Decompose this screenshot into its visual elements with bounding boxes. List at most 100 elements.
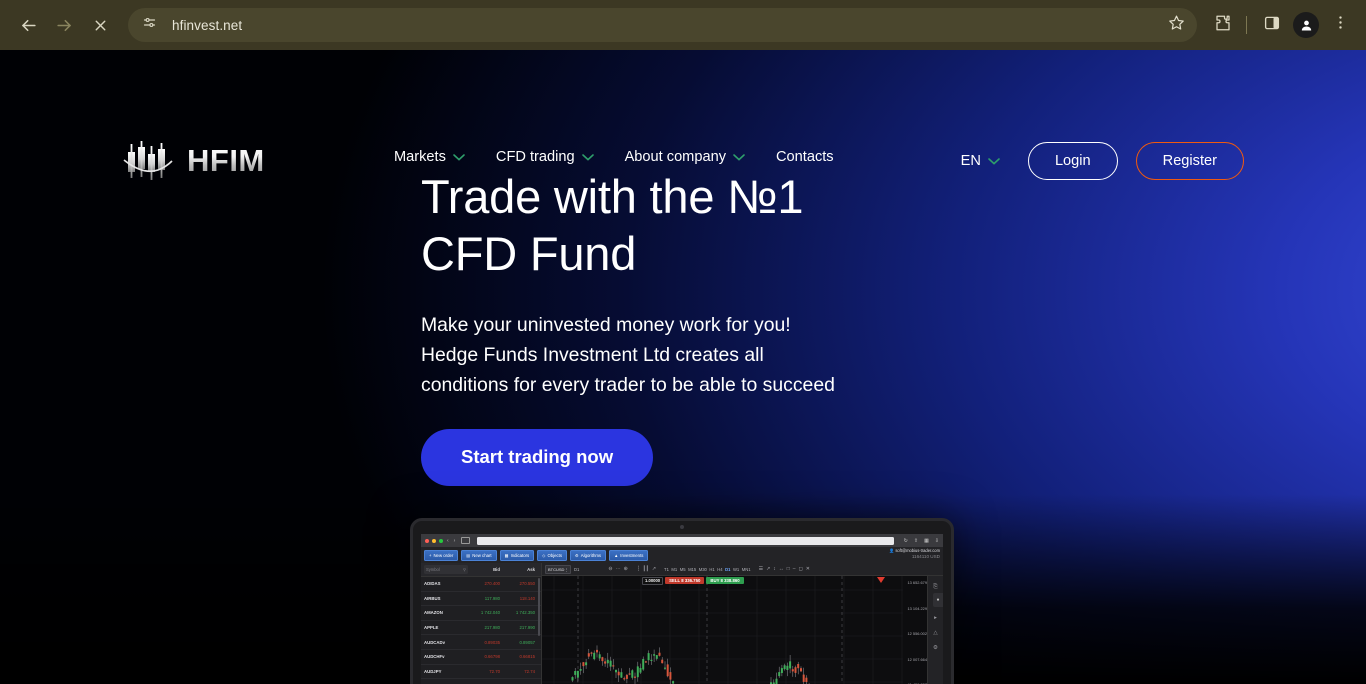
timeframe-W1[interactable]: W1 — [733, 567, 739, 572]
chart-maximize-icon[interactable]: ◻ — [799, 566, 803, 572]
timeframe-T1[interactable]: T1 — [664, 567, 669, 572]
zoom-in-icon[interactable]: ⊕ — [624, 566, 628, 572]
indicators-button[interactable]: ▩ Indicators — [499, 549, 535, 561]
ask-price: 1 742.350 — [515, 610, 535, 616]
price-marker-icon — [877, 577, 885, 583]
timeframe-H1[interactable]: H1 — [709, 567, 714, 572]
symbol-name: AMAZON — [424, 610, 443, 616]
login-button[interactable]: Login — [1027, 142, 1118, 180]
buy-button[interactable]: BUY 8 338.860 — [706, 577, 744, 584]
investments-icon: ▲ — [614, 552, 619, 558]
chart-close-icon[interactable]: ✕ — [806, 566, 810, 572]
price-axis-tick: 12 556.002 — [907, 631, 927, 636]
timeframe-H4[interactable]: H4 — [717, 567, 722, 572]
vertical-line-icon[interactable]: ↕ — [773, 566, 776, 572]
alerts-icon[interactable]: △ — [933, 630, 937, 636]
chart-minimize-icon[interactable]: – — [793, 566, 796, 572]
table-row[interactable]: AMAZON 1 742.040 1 742.350 — [421, 606, 541, 621]
timeframe-M15[interactable]: M15 — [688, 567, 696, 572]
browser-menu-button[interactable] — [1324, 9, 1356, 41]
table-row[interactable]: AUDJPY 72.70 72.74 — [421, 665, 541, 680]
new-order-button[interactable]: + New order — [424, 549, 459, 561]
nav-item-markets[interactable]: Markets — [394, 149, 465, 165]
window-share-icon[interactable]: ⇧ — [914, 538, 918, 544]
settings-gear-icon[interactable]: ⚙ — [933, 645, 938, 651]
window-close-icon[interactable] — [425, 538, 429, 543]
objects-button[interactable]: ◇ Objects — [537, 549, 568, 561]
toolbar-button-label: Algorithms — [580, 552, 602, 558]
panel-collapse-handle[interactable]: ● — [933, 593, 943, 607]
chart-icon: ▤ — [466, 552, 471, 558]
forward-button[interactable] — [46, 7, 82, 43]
table-row[interactable]: ADIDAS 270.400 270.550 — [421, 577, 541, 592]
symbol-name: AIRBUS — [424, 595, 441, 601]
account-email: soft@mobius-trader.com — [895, 548, 940, 553]
candlestick-chart-canvas[interactable] — [542, 576, 903, 684]
back-button[interactable] — [10, 7, 46, 43]
table-row[interactable]: AUDCADv 0.89035 0.89057 — [421, 635, 541, 650]
timeframe-M5[interactable]: M5 — [680, 567, 686, 572]
window-refresh-icon[interactable]: ↻ — [904, 538, 908, 544]
address-bar-url[interactable]: hfinvest.net — [172, 18, 242, 33]
crosshair-icon[interactable]: ↗ — [766, 566, 770, 572]
toolbar-button-label: New order — [433, 552, 454, 558]
window-back-icon[interactable]: ‹ — [447, 538, 449, 544]
nav-item-cfd-trading[interactable]: CFD trading — [496, 149, 594, 165]
bar-chart-icon[interactable]: ┆ — [637, 566, 640, 572]
stop-loading-button[interactable] — [82, 7, 118, 43]
address-bar[interactable]: hfinvest.net — [128, 8, 1197, 42]
timeframe-MN1[interactable]: MN1 — [742, 567, 751, 572]
line-chart-icon[interactable]: ↗ — [652, 566, 656, 572]
investments-button[interactable]: ▲ Investments — [609, 549, 649, 561]
timeframe-D1[interactable]: D1 — [725, 567, 730, 572]
side-panel-button[interactable] — [1256, 9, 1288, 41]
account-info[interactable]: 👤 soft@mobius-trader.com 1164110 USD — [889, 548, 940, 560]
nav-item-contacts[interactable]: Contacts — [776, 149, 834, 165]
site-logo[interactable]: HFIM — [122, 134, 265, 188]
candlestick-chart-icon[interactable]: ┃┃ — [643, 566, 649, 572]
site-settings-button[interactable] — [136, 12, 162, 38]
window-minimize-icon[interactable] — [432, 538, 436, 543]
chart-symbol-select[interactable]: BTCUSD ⋮ — [545, 564, 571, 574]
price-axis: 13 652.679 13 104.229 12 556.002 12 007.664… — [903, 576, 927, 684]
horizontal-scroll-icon[interactable]: ↔ — [779, 566, 784, 572]
lot-size-input[interactable]: 1.00000 — [642, 576, 664, 585]
extensions-button[interactable] — [1207, 9, 1239, 41]
bookmark-button[interactable] — [1161, 10, 1191, 40]
webpage-viewport: HFIM Markets CFD trading About company C… — [0, 50, 1366, 684]
chart-settings-icon[interactable]: ☰ — [759, 566, 763, 572]
fullscreen-icon[interactable]: □ — [787, 566, 790, 572]
nav-item-label: Markets — [394, 149, 446, 165]
table-row[interactable]: APPLE 217.980 217.990 — [421, 621, 541, 636]
new-chart-button[interactable]: ▤ New chart — [461, 549, 497, 561]
language-selector[interactable]: EN — [961, 153, 1000, 169]
start-trading-button[interactable]: Start trading now — [421, 428, 654, 486]
hero-title: Trade with the №1 CFD Fund — [421, 170, 804, 281]
market-watch-scrollbar[interactable] — [538, 578, 540, 636]
toolbar-button-label: New chart — [472, 552, 492, 558]
timeframe-M30[interactable]: M30 — [699, 567, 707, 572]
side-panel-icon — [1263, 14, 1281, 37]
register-button[interactable]: Register — [1135, 142, 1244, 180]
table-row[interactable]: AUDCHFv 0.66798 0.66815 — [421, 650, 541, 665]
account-currency: USD — [930, 553, 940, 559]
window-download-icon[interactable]: ⇩ — [935, 538, 939, 544]
zoom-out-icon[interactable]: ⊖ — [608, 566, 612, 572]
symbol-search-input[interactable]: Symbol ⚲ — [424, 565, 468, 574]
window-maximize-icon[interactable] — [439, 538, 443, 543]
sell-button[interactable]: SELL 8 336.750 — [665, 577, 705, 584]
zoom-slider-icon[interactable]: ⋯ — [616, 566, 621, 572]
window-forward-icon[interactable]: › — [454, 538, 456, 544]
table-row[interactable]: AIRBUS 117.980 118.140 — [421, 592, 541, 607]
timeframe-M1[interactable]: M1 — [671, 567, 677, 572]
profile-button[interactable] — [1290, 9, 1322, 41]
hero-subtitle: Make your uninvested money work for you!… — [421, 313, 835, 396]
window-tabs-icon[interactable]: ▦ — [924, 538, 929, 544]
window-sidebar-icon[interactable] — [461, 537, 471, 544]
terminal-icon[interactable]: ▸ — [934, 615, 937, 621]
account-balance: 1164110 — [911, 553, 930, 559]
algorithms-button[interactable]: ⚙ Algorithms — [570, 549, 607, 561]
copy-chart-icon[interactable]: ⎘ — [933, 584, 937, 591]
platform-address-input[interactable] — [477, 536, 894, 545]
nav-item-about-company[interactable]: About company — [625, 149, 745, 165]
